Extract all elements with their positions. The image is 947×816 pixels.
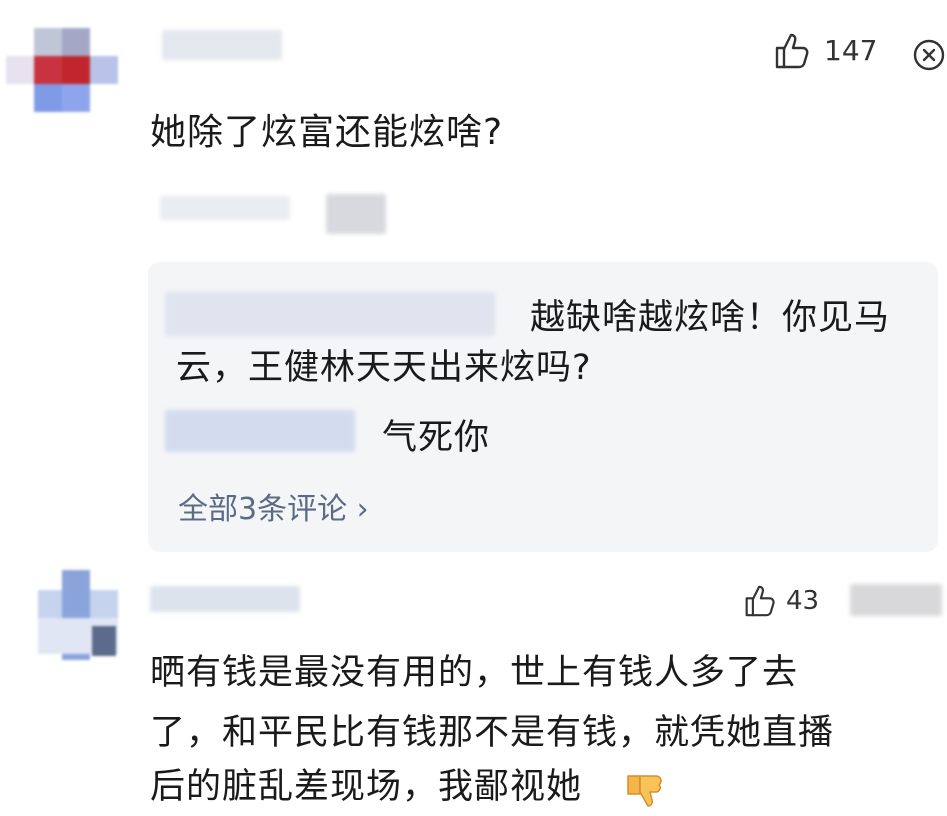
comment-text: 后的脏乱差现场，我鄙视她 [150,767,583,807]
view-all-replies-link[interactable]: 全部3条评论 › [178,484,369,528]
username[interactable] [150,586,300,612]
comment-text: 了，和平民比有钱那不是有钱，就凭她直播 [150,713,835,753]
thumbs-down-emoji-icon [624,770,666,812]
like-count: 43 [786,586,820,616]
reply-text: 气死你 [382,418,491,458]
thumbs-up-icon[interactable] [774,32,810,70]
thumbs-up-icon[interactable] [744,584,776,618]
reply-username[interactable] [165,410,355,452]
comment-text: 晒有钱是最没有用的，世上有钱人多了去 [150,653,799,693]
reply-text: 越缺啥越炫啥！你见马 [530,298,891,338]
username[interactable] [162,30,282,60]
comment-meta [160,196,290,220]
close-icon[interactable] [850,584,942,616]
close-icon[interactable] [912,38,946,72]
avatar[interactable] [6,28,126,122]
reply-username[interactable] [165,292,495,336]
comment-text: 她除了炫富还能炫啥? [150,112,504,153]
reply-link[interactable] [326,194,386,234]
avatar[interactable] [32,570,124,670]
reply-text: 云，王健林天天出来炫吗? [176,348,592,388]
like-count: 147 [824,34,878,67]
